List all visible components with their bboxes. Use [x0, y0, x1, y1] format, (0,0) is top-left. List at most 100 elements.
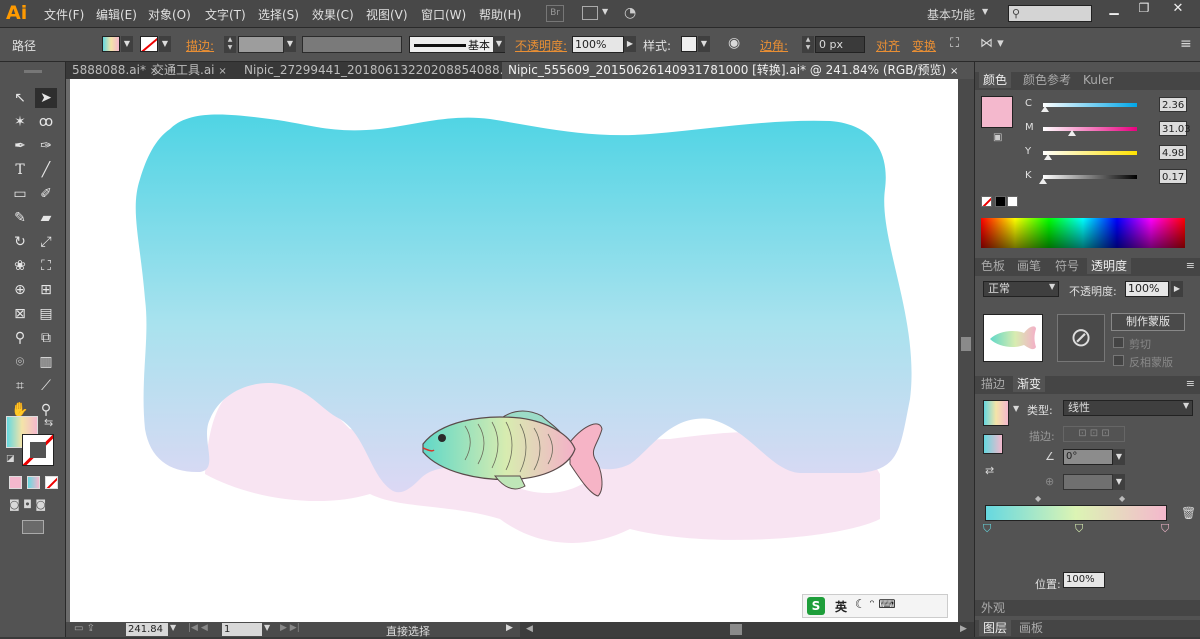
- tab-brushes[interactable]: 画笔: [1017, 258, 1041, 274]
- menu-file[interactable]: 文件(F): [44, 6, 84, 23]
- transparency-opacity-input[interactable]: 100%: [1125, 281, 1169, 297]
- menu-window[interactable]: 窗口(W): [421, 6, 466, 23]
- gpu-performance-icon[interactable]: ◔: [624, 5, 636, 21]
- graphic-style-swatch[interactable]: [681, 36, 697, 52]
- gradient-midpoint-diamond[interactable]: ◆: [1035, 494, 1041, 503]
- chevron-right-icon[interactable]: ▶: [1171, 281, 1183, 297]
- artboard[interactable]: [70, 79, 958, 622]
- none-swatch[interactable]: [981, 196, 992, 207]
- corner-stepper[interactable]: ▲ ▼: [802, 36, 814, 53]
- close-icon[interactable]: ×: [950, 66, 958, 77]
- color-spectrum[interactable]: [981, 218, 1185, 248]
- tab-symbols[interactable]: 符号: [1055, 258, 1079, 274]
- free-transform-tool-icon[interactable]: ⛶: [35, 256, 57, 276]
- panel-menu-icon[interactable]: ≡: [1186, 259, 1195, 272]
- selection-tool-icon[interactable]: ↖: [9, 88, 31, 108]
- type-tool-icon[interactable]: T: [9, 160, 31, 180]
- close-icon[interactable]: ×: [218, 66, 226, 77]
- panel-menu-icon[interactable]: ≡: [1186, 377, 1195, 390]
- stroke-weight-input[interactable]: [238, 36, 284, 53]
- make-mask-button[interactable]: 制作蒙版: [1111, 313, 1185, 331]
- isolate-object-icon[interactable]: ⛶: [950, 36, 959, 51]
- chevron-down-icon[interactable]: ▼: [698, 36, 710, 52]
- gradient-stop-right[interactable]: ⛉: [1161, 522, 1169, 536]
- gradient-tool-icon[interactable]: ▤: [35, 304, 57, 324]
- slider-thumb[interactable]: [1043, 154, 1052, 160]
- menu-help[interactable]: 帮助(H): [479, 6, 521, 23]
- recolor-artwork-icon[interactable]: ◉: [728, 35, 740, 51]
- tab-swatches[interactable]: 色板: [981, 258, 1005, 274]
- gradient-midpoint-diamond[interactable]: ◆: [1119, 494, 1125, 503]
- location-input[interactable]: 100%: [1063, 572, 1105, 588]
- chevron-down-icon[interactable]: ▼: [982, 7, 988, 16]
- brush-definition[interactable]: 基本: [409, 36, 505, 53]
- no-mask-icon[interactable]: ⊘: [1057, 314, 1105, 362]
- menu-effect[interactable]: 效果(C): [312, 6, 354, 23]
- chevron-down-icon[interactable]: ▼: [284, 36, 296, 52]
- zoom-input[interactable]: 241.84: [126, 623, 168, 636]
- horizontal-scrollbar[interactable]: ◀ ▶: [520, 622, 974, 637]
- tab-document-active[interactable]: Nipic_555609_20150626140931781000 [转换].a…: [502, 62, 974, 79]
- menu-type[interactable]: 文字(T): [205, 6, 246, 23]
- stroke-weight-stepper[interactable]: ▲ ▼: [224, 36, 236, 53]
- tab-document-3[interactable]: Nipic_27299441_20180613220208854088.ai* …: [238, 62, 538, 79]
- shape-builder-tool-icon[interactable]: ⊕: [9, 280, 31, 300]
- opacity-input[interactable]: 100%: [572, 36, 624, 53]
- curvature-tool-icon[interactable]: ✑: [35, 136, 57, 156]
- none-mode-icon[interactable]: [45, 476, 58, 489]
- tab-layers[interactable]: 图层: [979, 620, 1012, 636]
- chevron-down-icon[interactable]: ▼: [121, 36, 133, 52]
- black-value-input[interactable]: 0.17: [1159, 169, 1187, 184]
- scroll-right-icon[interactable]: ▶: [960, 624, 967, 634]
- column-graph-tool-icon[interactable]: ▥: [35, 352, 57, 372]
- gradient-stop-left[interactable]: ⛉: [983, 522, 991, 536]
- panel-menu-icon[interactable]: ≡: [1180, 36, 1192, 52]
- menu-view[interactable]: 视图(V): [366, 6, 408, 23]
- chevron-down-icon[interactable]: ▼: [1113, 449, 1125, 465]
- tab-document-2[interactable]: 交通工具.ai ×: [146, 62, 233, 79]
- vertical-scrollbar[interactable]: [958, 79, 974, 622]
- status-menu-icon[interactable]: ▶: [506, 623, 513, 633]
- slider-thumb[interactable]: [1041, 106, 1050, 112]
- eyedropper-tool-icon[interactable]: ⚲: [9, 328, 31, 348]
- tab-appearance[interactable]: 外观: [981, 600, 1005, 616]
- restore-button[interactable]: ❐: [1130, 1, 1158, 19]
- chevron-down-icon[interactable]: ▼: [159, 36, 171, 52]
- gradient-preview-swatch[interactable]: [983, 400, 1009, 426]
- align-link[interactable]: 对齐: [876, 37, 900, 54]
- tab-stroke[interactable]: 描边: [981, 376, 1005, 392]
- eraser-tool-icon[interactable]: ▰: [35, 208, 57, 228]
- black-swatch[interactable]: [995, 196, 1006, 207]
- slider-thumb[interactable]: [1068, 130, 1077, 136]
- page-nav-next-icon[interactable]: ▶ ▶|: [280, 623, 300, 633]
- workspace-switcher[interactable]: 基本功能: [927, 6, 975, 23]
- tab-artboards[interactable]: 画板: [1019, 620, 1043, 636]
- canvas-area[interactable]: S 英 ☾ ᵔ ⌨: [66, 79, 958, 622]
- yellow-value-input[interactable]: 4.98: [1159, 145, 1187, 160]
- fill-swatch[interactable]: [102, 36, 120, 52]
- stroke-label[interactable]: 描边:: [186, 37, 214, 54]
- artboard-number-input[interactable]: 1: [222, 623, 262, 636]
- line-tool-icon[interactable]: ╱: [35, 160, 57, 180]
- default-colors-icon[interactable]: ◪: [6, 454, 15, 464]
- reverse-gradient-icon[interactable]: ⇄: [985, 464, 994, 477]
- rectangle-tool-icon[interactable]: ▭: [9, 184, 31, 204]
- tab-transparency[interactable]: 透明度: [1087, 258, 1132, 274]
- chevron-down-icon[interactable]: ▼: [1183, 401, 1189, 410]
- angle-input[interactable]: 0°: [1063, 449, 1113, 465]
- chevron-down-icon[interactable]: ▼: [1113, 474, 1125, 490]
- opacity-label[interactable]: 不透明度:: [515, 37, 567, 54]
- slider-thumb[interactable]: [1039, 178, 1048, 184]
- search-input[interactable]: ⚲: [1008, 5, 1092, 22]
- paintbrush-tool-icon[interactable]: ✐: [35, 184, 57, 204]
- scale-tool-icon[interactable]: ⤢: [35, 232, 57, 252]
- bridge-button[interactable]: Br: [546, 5, 564, 22]
- chevron-down-icon[interactable]: ▼: [602, 7, 608, 16]
- magenta-value-input[interactable]: 31.03: [1159, 121, 1191, 136]
- pen-tool-icon[interactable]: ✒: [9, 136, 31, 156]
- gradient-slider[interactable]: [985, 505, 1167, 521]
- moon-icon[interactable]: ☾ ᵔ ⌨: [855, 597, 896, 611]
- lasso-tool-icon[interactable]: ꝏ: [35, 112, 57, 132]
- artwork[interactable]: [70, 79, 958, 622]
- chevron-right-icon[interactable]: ▶: [624, 36, 636, 52]
